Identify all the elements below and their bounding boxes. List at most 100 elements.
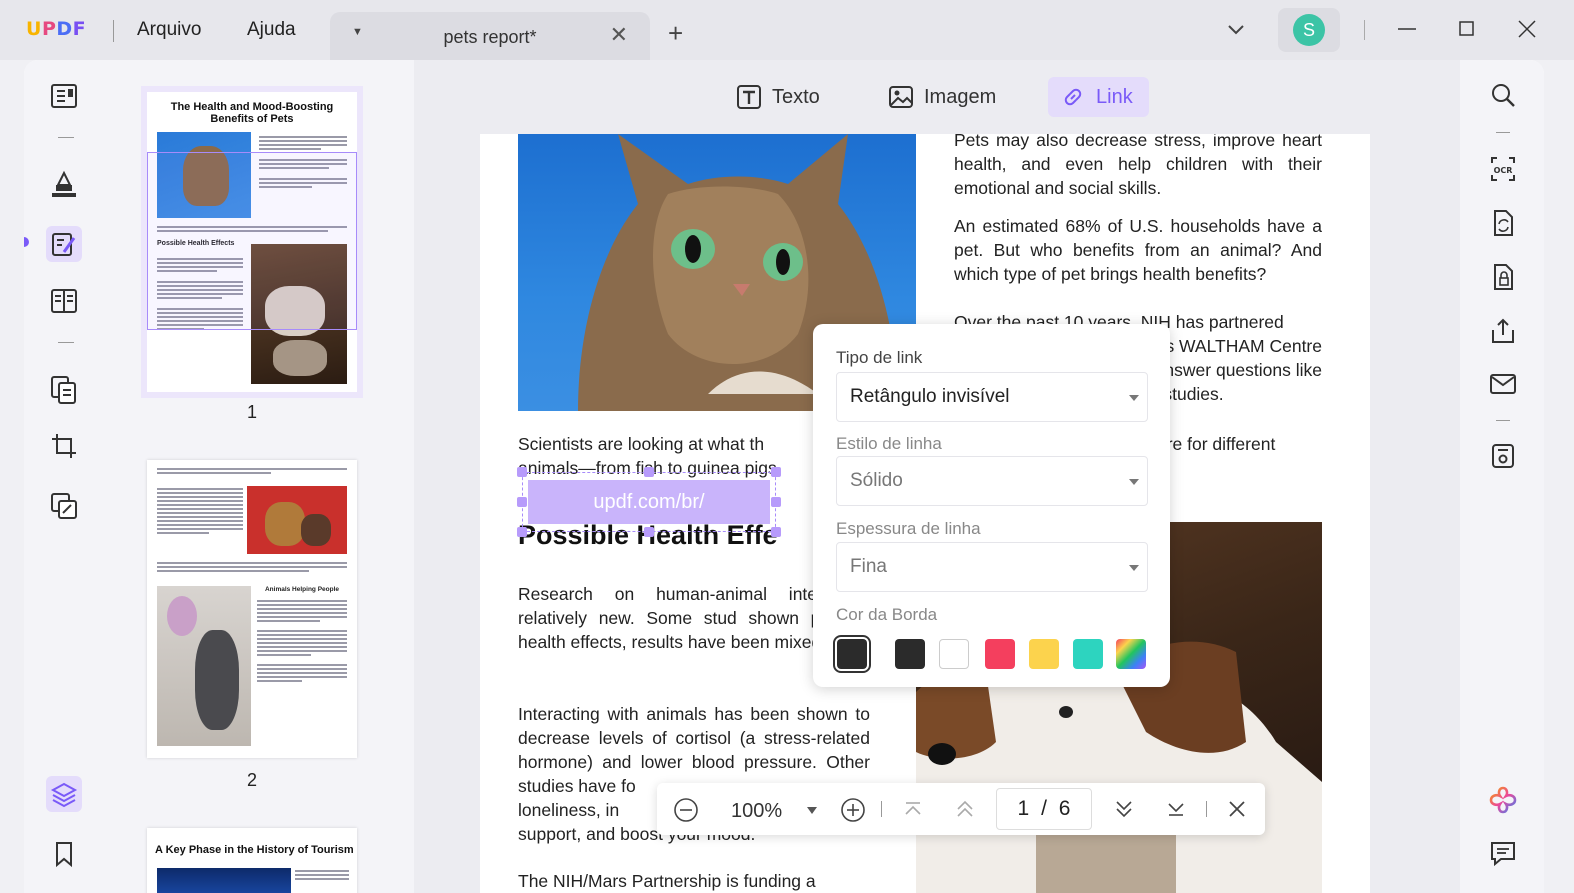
last-page-icon[interactable] (1164, 797, 1188, 821)
title-separator (113, 20, 114, 42)
layers-icon[interactable] (46, 776, 82, 812)
main-window: The Health and Mood-Boosting Benefits of… (24, 60, 1544, 893)
zoom-out-icon[interactable] (673, 797, 699, 823)
thumbnail-dogs-costume-image (247, 486, 347, 554)
reader-mode-icon[interactable] (46, 78, 82, 114)
resize-handle[interactable] (771, 497, 781, 507)
nav-separator (1206, 801, 1207, 817)
protect-icon[interactable] (1488, 262, 1518, 292)
thumbnail-page-2[interactable]: Animals Helping People (147, 460, 357, 758)
thumbnail-title: A Key Phase in the History of Tourism (155, 844, 354, 856)
color-swatch-red[interactable] (985, 639, 1015, 669)
resize-handle[interactable] (517, 527, 527, 537)
resize-handle[interactable] (771, 467, 781, 477)
current-page: 1 (1017, 797, 1030, 820)
thumbnail-text-block (295, 868, 349, 882)
first-page-icon[interactable] (901, 797, 925, 821)
color-swatch-teal[interactable] (1073, 639, 1103, 669)
link-tool-button[interactable]: Link (1048, 77, 1149, 117)
minimize-icon[interactable] (1396, 16, 1418, 42)
left-separator (58, 342, 74, 343)
color-swatch-black-selected[interactable] (833, 635, 871, 673)
account-button[interactable]: S (1278, 8, 1340, 52)
tabs-dropdown-icon[interactable] (1226, 18, 1246, 40)
resize-handle[interactable] (517, 497, 527, 507)
resize-handle[interactable] (644, 467, 654, 477)
tab-close-icon[interactable]: ✕ (610, 22, 628, 48)
text-tool-label: Texto (772, 85, 820, 108)
maximize-icon[interactable] (1457, 16, 1477, 42)
color-swatch-white[interactable] (939, 639, 969, 669)
active-indicator (24, 237, 29, 247)
svg-text:OCR: OCR (1494, 166, 1513, 175)
search-icon[interactable] (1488, 80, 1518, 110)
text-tool-icon (737, 85, 761, 109)
document-area: Texto Imagem Link Pets may also decrease… (414, 60, 1460, 893)
paragraph-pets-stress[interactable]: Pets may also decrease stress, improve h… (954, 134, 1322, 200)
thumbnail-page-3[interactable]: A Key Phase in the History of Tourism (147, 828, 357, 893)
thumbnail-gray-cat-image (157, 586, 251, 746)
edit-toolbar: Texto Imagem Link (414, 60, 1460, 134)
page-layout-icon[interactable] (46, 283, 82, 319)
zoom-in-icon[interactable] (840, 797, 866, 823)
image-tool-button[interactable]: Imagem (876, 77, 1012, 117)
resize-handle[interactable] (771, 527, 781, 537)
save-icon[interactable] (1488, 441, 1518, 471)
image-tool-icon (889, 86, 913, 108)
text-tool-button[interactable]: Texto (724, 77, 836, 117)
link-properties-popup: Tipo de link Retângulo invisível Estilo … (813, 324, 1170, 687)
convert-icon[interactable] (1488, 208, 1518, 238)
organize-pages-icon[interactable] (46, 372, 82, 408)
zoom-dropdown-icon[interactable] (807, 807, 817, 814)
right-toolbar: OCR (1460, 60, 1544, 893)
previous-page-icon[interactable] (953, 797, 977, 821)
menu-ajuda[interactable]: Ajuda (247, 19, 296, 41)
line-style-select[interactable]: Sólido (836, 456, 1148, 506)
resize-handle[interactable] (517, 467, 527, 477)
tools-icon[interactable] (46, 488, 82, 524)
paragraph-households[interactable]: An estimated 68% of U.S. households have… (954, 214, 1322, 286)
paragraph-nih-mars[interactable]: The NIH/Mars Partnership is funding a (518, 869, 870, 893)
link-annotation[interactable]: updf.com/br/ (528, 480, 770, 524)
menu-arquivo[interactable]: Arquivo (137, 19, 201, 41)
comments-icon[interactable] (1488, 838, 1518, 868)
comment-highlight-icon[interactable] (46, 166, 82, 202)
line-width-select[interactable]: Fina (836, 542, 1148, 592)
email-icon[interactable] (1488, 369, 1518, 399)
thumbnail-panel: The Health and Mood-Boosting Benefits of… (110, 60, 414, 893)
ai-assistant-icon[interactable] (1488, 785, 1518, 815)
color-swatch-custom[interactable] (1116, 639, 1146, 669)
page-number-input[interactable]: 1 / 6 (996, 788, 1092, 830)
color-swatch-yellow[interactable] (1029, 639, 1059, 669)
ocr-icon[interactable]: OCR (1488, 154, 1518, 184)
thumbnail-text-block (257, 598, 347, 684)
paragraph-scientists-line1[interactable]: Scientists are looking at what th (518, 432, 818, 456)
window-separator (1364, 20, 1365, 40)
zoom-level[interactable]: 100% (731, 800, 782, 823)
resize-handle[interactable] (644, 527, 654, 537)
line-width-label: Espessura de linha (836, 519, 981, 538)
thumbnail-page-1[interactable]: The Health and Mood-Boosting Benefits of… (141, 86, 363, 398)
chevron-down-icon (1129, 565, 1139, 571)
page-separator: / (1041, 797, 1047, 820)
edit-pdf-icon[interactable] (46, 226, 82, 262)
thumbnail-text-block (157, 486, 243, 536)
crop-pages-icon[interactable] (46, 428, 82, 464)
thumbnail-subtitle: Animals Helping People (264, 586, 340, 593)
thumbnail-page-number: 1 (246, 402, 257, 422)
bookmark-icon[interactable] (46, 836, 82, 872)
link-type-select[interactable]: Retângulo invisível (836, 372, 1148, 422)
close-icon[interactable] (1225, 797, 1249, 821)
updf-logo: UPDF (26, 18, 87, 40)
document-tab[interactable]: ▼ pets report* ✕ (330, 12, 650, 60)
share-icon[interactable] (1488, 316, 1518, 346)
close-window-icon[interactable] (1516, 16, 1538, 42)
new-tab-icon[interactable]: + (668, 20, 683, 46)
right-separator (1496, 132, 1510, 133)
nav-separator (881, 801, 882, 817)
thumbnail-page-number: 2 (246, 770, 257, 790)
left-toolbar (24, 60, 110, 893)
color-swatch-black[interactable] (895, 639, 925, 669)
next-page-icon[interactable] (1112, 797, 1136, 821)
left-separator (58, 137, 74, 138)
